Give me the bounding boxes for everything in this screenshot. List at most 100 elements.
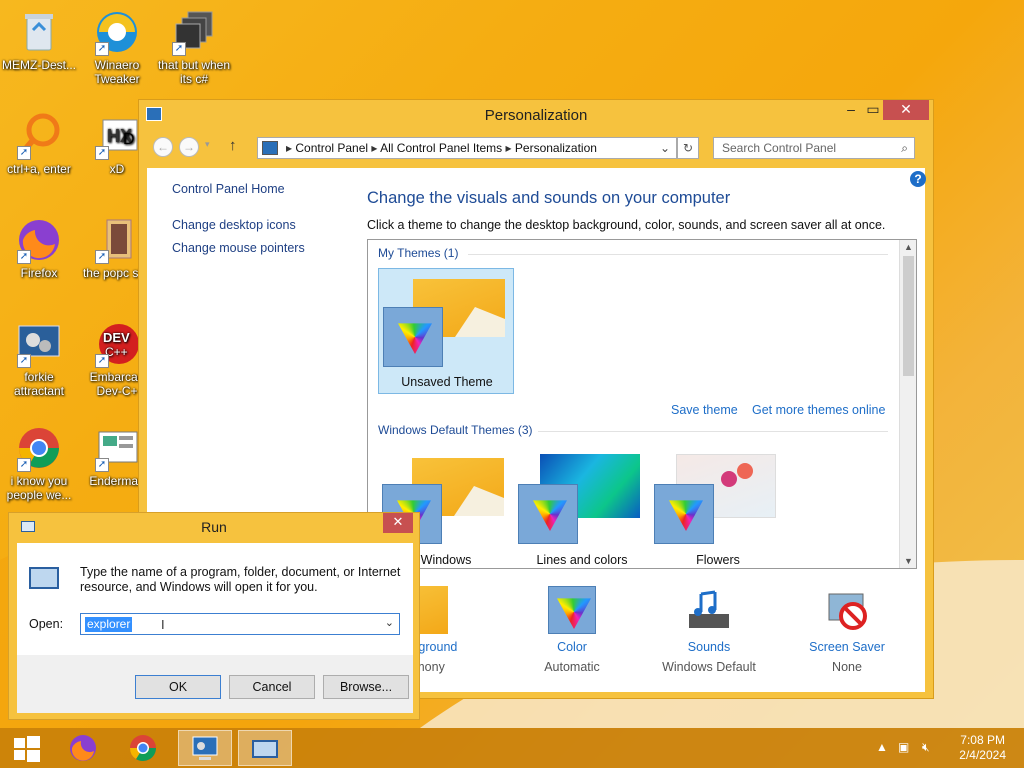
network-icon[interactable]: ▣ — [898, 740, 909, 754]
run-footer: OK Cancel Browse... — [17, 655, 413, 713]
breadcrumb-separator-icon: ▸ — [286, 141, 296, 155]
start-button[interactable] — [0, 730, 54, 766]
run-icon — [252, 740, 278, 758]
default-themes-group-label: Windows Default Themes (3) — [378, 423, 533, 437]
scroll-up-icon[interactable]: ▲ — [900, 242, 916, 252]
open-label: Open: — [29, 617, 64, 631]
theme-name: Lines and colors — [536, 553, 628, 567]
breadcrumb-control-panel[interactable]: Control Panel — [295, 141, 368, 155]
breadcrumb-personalization[interactable]: Personalization — [515, 141, 597, 155]
address-bar[interactable]: ▸ Control Panel ▸ All Control Panel Item… — [257, 137, 677, 159]
desktop-icon-ctrl-a[interactable]: ➚ ctrl+a, enter — [0, 112, 78, 176]
color-palette-icon — [383, 307, 443, 367]
navigation-bar: ← → ▾ ↑ ▸ Control Panel ▸ All Control Pa… — [147, 133, 925, 163]
chevron-down-icon[interactable]: ⌄ — [385, 616, 394, 629]
show-hidden-icons[interactable]: ▲ — [876, 740, 888, 754]
sidebar-control-panel-home[interactable]: Control Panel Home — [172, 182, 285, 196]
help-icon[interactable]: ? — [910, 171, 926, 187]
sounds-setting[interactable]: Sounds Windows Default — [654, 586, 764, 674]
refresh-button[interactable]: ↻ — [677, 137, 699, 159]
breadcrumb-all-items[interactable]: All Control Panel Items — [380, 141, 502, 155]
desktop-icon-memz[interactable]: MEMZ-Dest... — [0, 8, 78, 72]
search-input[interactable]: Search Control Panel ⌕ — [713, 137, 915, 159]
my-themes-group-label: My Themes (1) — [378, 246, 459, 260]
windows-logo-icon — [14, 736, 40, 762]
search-icon[interactable]: ⌕ — [901, 138, 908, 158]
ok-button[interactable]: OK — [135, 675, 221, 699]
search-placeholder: Search Control Panel — [722, 141, 837, 155]
desktop-icon-label: i know you people we... — [6, 474, 72, 502]
scroll-down-icon[interactable]: ▼ — [900, 556, 916, 566]
open-input-value[interactable]: explorer — [85, 617, 133, 632]
get-more-themes-link[interactable]: Get more themes online — [752, 403, 885, 417]
setting-label: Screen Saver — [809, 640, 885, 654]
taskbar-control-panel[interactable] — [178, 730, 232, 766]
desktop-icon-label: Firefox — [20, 266, 58, 280]
desktop-icon-label: Winaero Tweaker — [94, 58, 140, 86]
taskbar-chrome[interactable] — [116, 730, 170, 766]
control-panel-icon — [192, 736, 218, 760]
chrome-icon: ➚ — [15, 424, 63, 472]
close-button[interactable]: ✕ — [883, 100, 929, 120]
desktop-icon-label: forkie attractant — [13, 370, 65, 398]
theme-tile-unsaved[interactable]: Unsaved Theme — [378, 268, 514, 394]
breadcrumb-separator-icon: ▸ — [505, 141, 515, 155]
address-dropdown-icon[interactable]: ⌄ — [660, 138, 670, 158]
desktop-icon-forkie[interactable]: ➚ forkie attractant — [0, 320, 78, 398]
setting-label: Color — [557, 640, 587, 654]
sidebar-change-mouse-pointers[interactable]: Change mouse pointers — [172, 241, 305, 255]
svg-text:DEV: DEV — [103, 330, 130, 345]
desktop-icon-firefox[interactable]: ➚ Firefox — [0, 216, 78, 280]
window-title: Personalization — [484, 107, 588, 124]
setting-value: Automatic — [544, 660, 600, 674]
clock-time: 7:08 PM — [960, 733, 1005, 747]
run-close-button[interactable]: ✕ — [383, 513, 413, 533]
desktop-icon-label: ctrl+a, enter — [7, 162, 71, 176]
color-setting[interactable]: Color Automatic — [517, 586, 627, 674]
theme-list-scrollbar[interactable]: ▲ ▼ — [899, 240, 916, 568]
hxd-icon: HX D ➚ — [93, 112, 141, 160]
color-palette-icon — [654, 484, 714, 544]
taskbar-firefox[interactable] — [56, 730, 110, 766]
window-titlebar[interactable]: Personalization – ▭ ✕ — [139, 100, 933, 130]
open-combobox[interactable]: explorer I ⌄ — [80, 613, 400, 635]
windows-stack-icon: ➚ — [170, 8, 218, 56]
group-divider — [468, 254, 888, 255]
theme-list[interactable]: My Themes (1) Unsaved Theme Save theme G… — [367, 239, 917, 569]
desktop-icon-that-but-when[interactable]: ➚ that but when its c# — [155, 8, 233, 86]
desktop-icon-winaero[interactable]: ➚ Winaero Tweaker — [78, 8, 156, 86]
color-palette-icon — [548, 586, 596, 634]
browse-button[interactable]: Browse... — [323, 675, 409, 699]
svg-text:D: D — [123, 131, 135, 148]
clock-date: 2/4/2024 — [959, 748, 1006, 762]
desktop-icon-label: MEMZ-Dest... — [2, 58, 76, 72]
text-cursor-icon: I — [161, 617, 165, 632]
clock[interactable]: 7:08 PM 2/4/2024 — [959, 733, 1006, 763]
theme-name: Flowers — [696, 553, 740, 567]
recycle-bin-icon — [15, 8, 63, 56]
run-title: Run — [201, 519, 227, 535]
devcpp-icon: DEV C++ ➚ — [93, 320, 141, 368]
theme-name: Unsaved Theme — [401, 375, 493, 389]
music-notes-icon — [685, 586, 733, 634]
up-button[interactable]: ↑ — [229, 137, 237, 154]
recent-dropdown-icon[interactable]: ▾ — [205, 139, 210, 150]
volume-muted-icon[interactable]: 🔇︎ — [922, 740, 930, 755]
page-heading: Change the visuals and sounds on your co… — [367, 189, 731, 207]
page-subheading: Click a theme to change the desktop back… — [367, 218, 886, 232]
chrome-icon — [129, 735, 157, 762]
save-theme-link[interactable]: Save theme — [671, 403, 738, 417]
firefox-icon: ➚ — [15, 216, 63, 264]
firefox-icon — [70, 735, 96, 761]
sidebar-change-desktop-icons[interactable]: Change desktop icons — [172, 218, 296, 232]
taskbar-run[interactable] — [238, 730, 292, 766]
screen-saver-icon — [823, 586, 871, 634]
screen-saver-setting[interactable]: Screen Saver None — [792, 586, 902, 674]
setting-label: Sounds — [687, 640, 731, 654]
back-button[interactable]: ← — [153, 137, 173, 157]
forward-button[interactable]: → — [179, 137, 199, 157]
scrollbar-thumb[interactable] — [903, 256, 914, 376]
breadcrumb-separator-icon: ▸ — [371, 141, 381, 155]
desktop-icon-chrome[interactable]: ➚ i know you people we... — [0, 424, 78, 502]
cancel-button[interactable]: Cancel — [229, 675, 315, 699]
